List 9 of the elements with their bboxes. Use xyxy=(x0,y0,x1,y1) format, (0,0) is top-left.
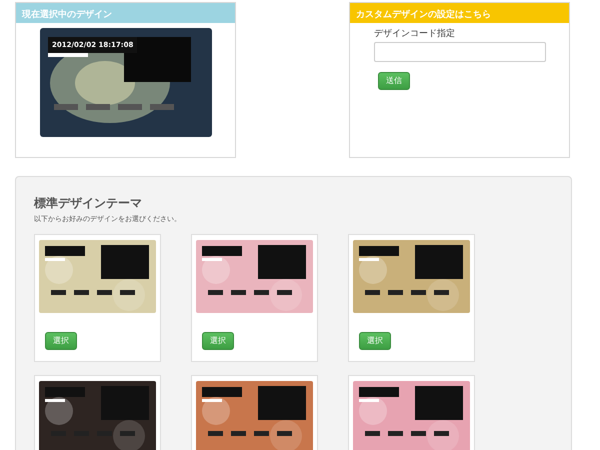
select-button[interactable]: 選択 xyxy=(45,332,77,350)
select-button[interactable]: 選択 xyxy=(202,332,234,350)
submit-button[interactable]: 送信 xyxy=(378,72,410,90)
section-title: 標準デザインテーマ xyxy=(34,195,143,212)
panel-title: 現在選択中のデザイン xyxy=(16,3,235,23)
select-button[interactable]: 選択 xyxy=(359,332,391,350)
field-label: デザインコード指定 xyxy=(374,28,455,40)
panel-title: カスタムデザインの設定はこちら xyxy=(350,3,569,23)
design-code-input[interactable] xyxy=(374,42,546,62)
